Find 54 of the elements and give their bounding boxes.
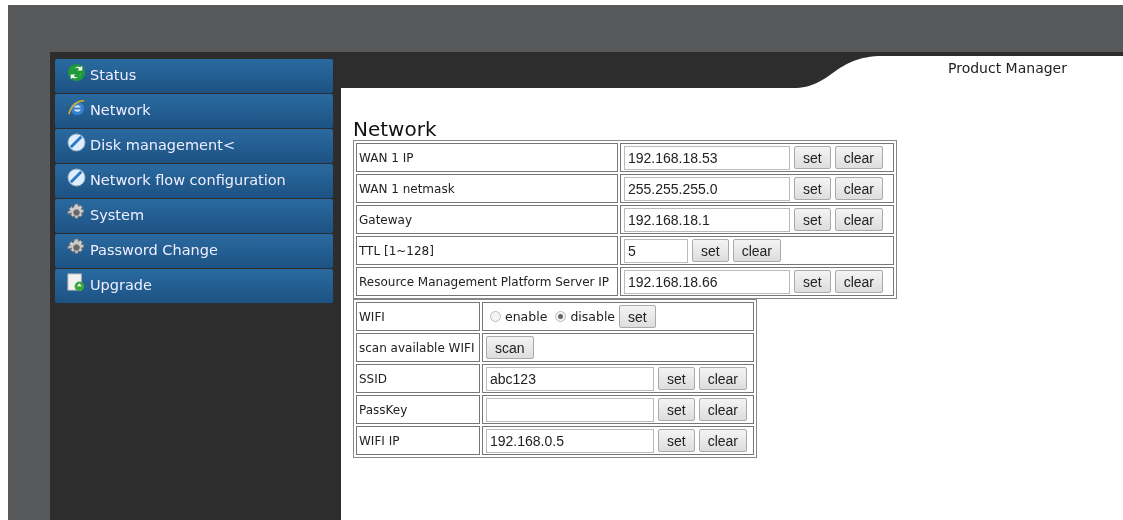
field-label: TTL [1~128]: [356, 236, 618, 265]
text-field[interactable]: 255.255.255.0: [624, 176, 790, 201]
field-label: WAN 1 IP: [356, 143, 618, 172]
sidebar-item[interactable]: Upgrade: [55, 269, 333, 303]
upgrade-icon: [67, 273, 86, 292]
set-button[interactable]: set: [619, 305, 656, 328]
gear-icon: [67, 238, 86, 257]
sidebar-item[interactable]: Network: [55, 94, 333, 128]
field-label: WAN 1 netmask: [356, 174, 618, 203]
text-field[interactable]: [486, 397, 654, 422]
field-label: SSID: [356, 364, 480, 393]
clear-button[interactable]: clear: [698, 398, 748, 421]
set-button[interactable]: set: [794, 177, 831, 200]
field-label: WIFI IP: [356, 426, 480, 455]
text-field[interactable]: 192.168.18.66: [624, 269, 790, 294]
text-field[interactable]: 192.168.18.53: [624, 145, 790, 170]
set-button[interactable]: set: [794, 208, 831, 231]
field-label: scan available WIFI: [356, 333, 480, 362]
text-field[interactable]: 192.168.18.1: [624, 207, 790, 232]
set-button[interactable]: set: [658, 429, 695, 452]
clear-button[interactable]: clear: [698, 429, 748, 452]
set-button[interactable]: set: [658, 398, 695, 421]
field-label: Gateway: [356, 205, 618, 234]
sidebar-item[interactable]: Network flow configuration: [55, 164, 333, 198]
page-title: Network: [353, 118, 438, 140]
text-field[interactable]: 5: [624, 238, 688, 263]
browser-icon: [67, 98, 86, 117]
field-label: PassKey: [356, 395, 480, 424]
clear-button[interactable]: clear: [834, 177, 884, 200]
sidebar-item[interactable]: Password Change: [55, 234, 333, 268]
sidebar-item[interactable]: Disk management<: [55, 129, 333, 163]
radio-option[interactable]: disable: [555, 309, 616, 324]
clear-button[interactable]: clear: [732, 239, 782, 262]
set-button[interactable]: set: [794, 146, 831, 169]
sidebar-item[interactable]: Status: [55, 59, 333, 93]
disk-icon: [67, 168, 86, 187]
recycle-icon: [67, 63, 86, 82]
clear-button[interactable]: clear: [834, 208, 884, 231]
clear-button[interactable]: clear: [698, 367, 748, 390]
set-button[interactable]: set: [794, 270, 831, 293]
clear-button[interactable]: clear: [834, 146, 884, 169]
radio-option[interactable]: enable: [490, 309, 548, 324]
set-button[interactable]: set: [692, 239, 729, 262]
text-field[interactable]: abc123: [486, 366, 654, 391]
field-label: Resource Management Platform Server IP: [356, 267, 618, 296]
text-field[interactable]: 192.168.0.5: [486, 428, 654, 453]
sidebar-item[interactable]: System: [55, 199, 333, 233]
set-button[interactable]: set: [658, 367, 695, 390]
field-label: WIFI: [356, 302, 480, 331]
scan-button[interactable]: scan: [486, 336, 534, 359]
disk-icon: [67, 133, 86, 152]
header-title: Product Manager: [948, 60, 1067, 76]
gear-icon: [67, 203, 86, 222]
clear-button[interactable]: clear: [834, 270, 884, 293]
